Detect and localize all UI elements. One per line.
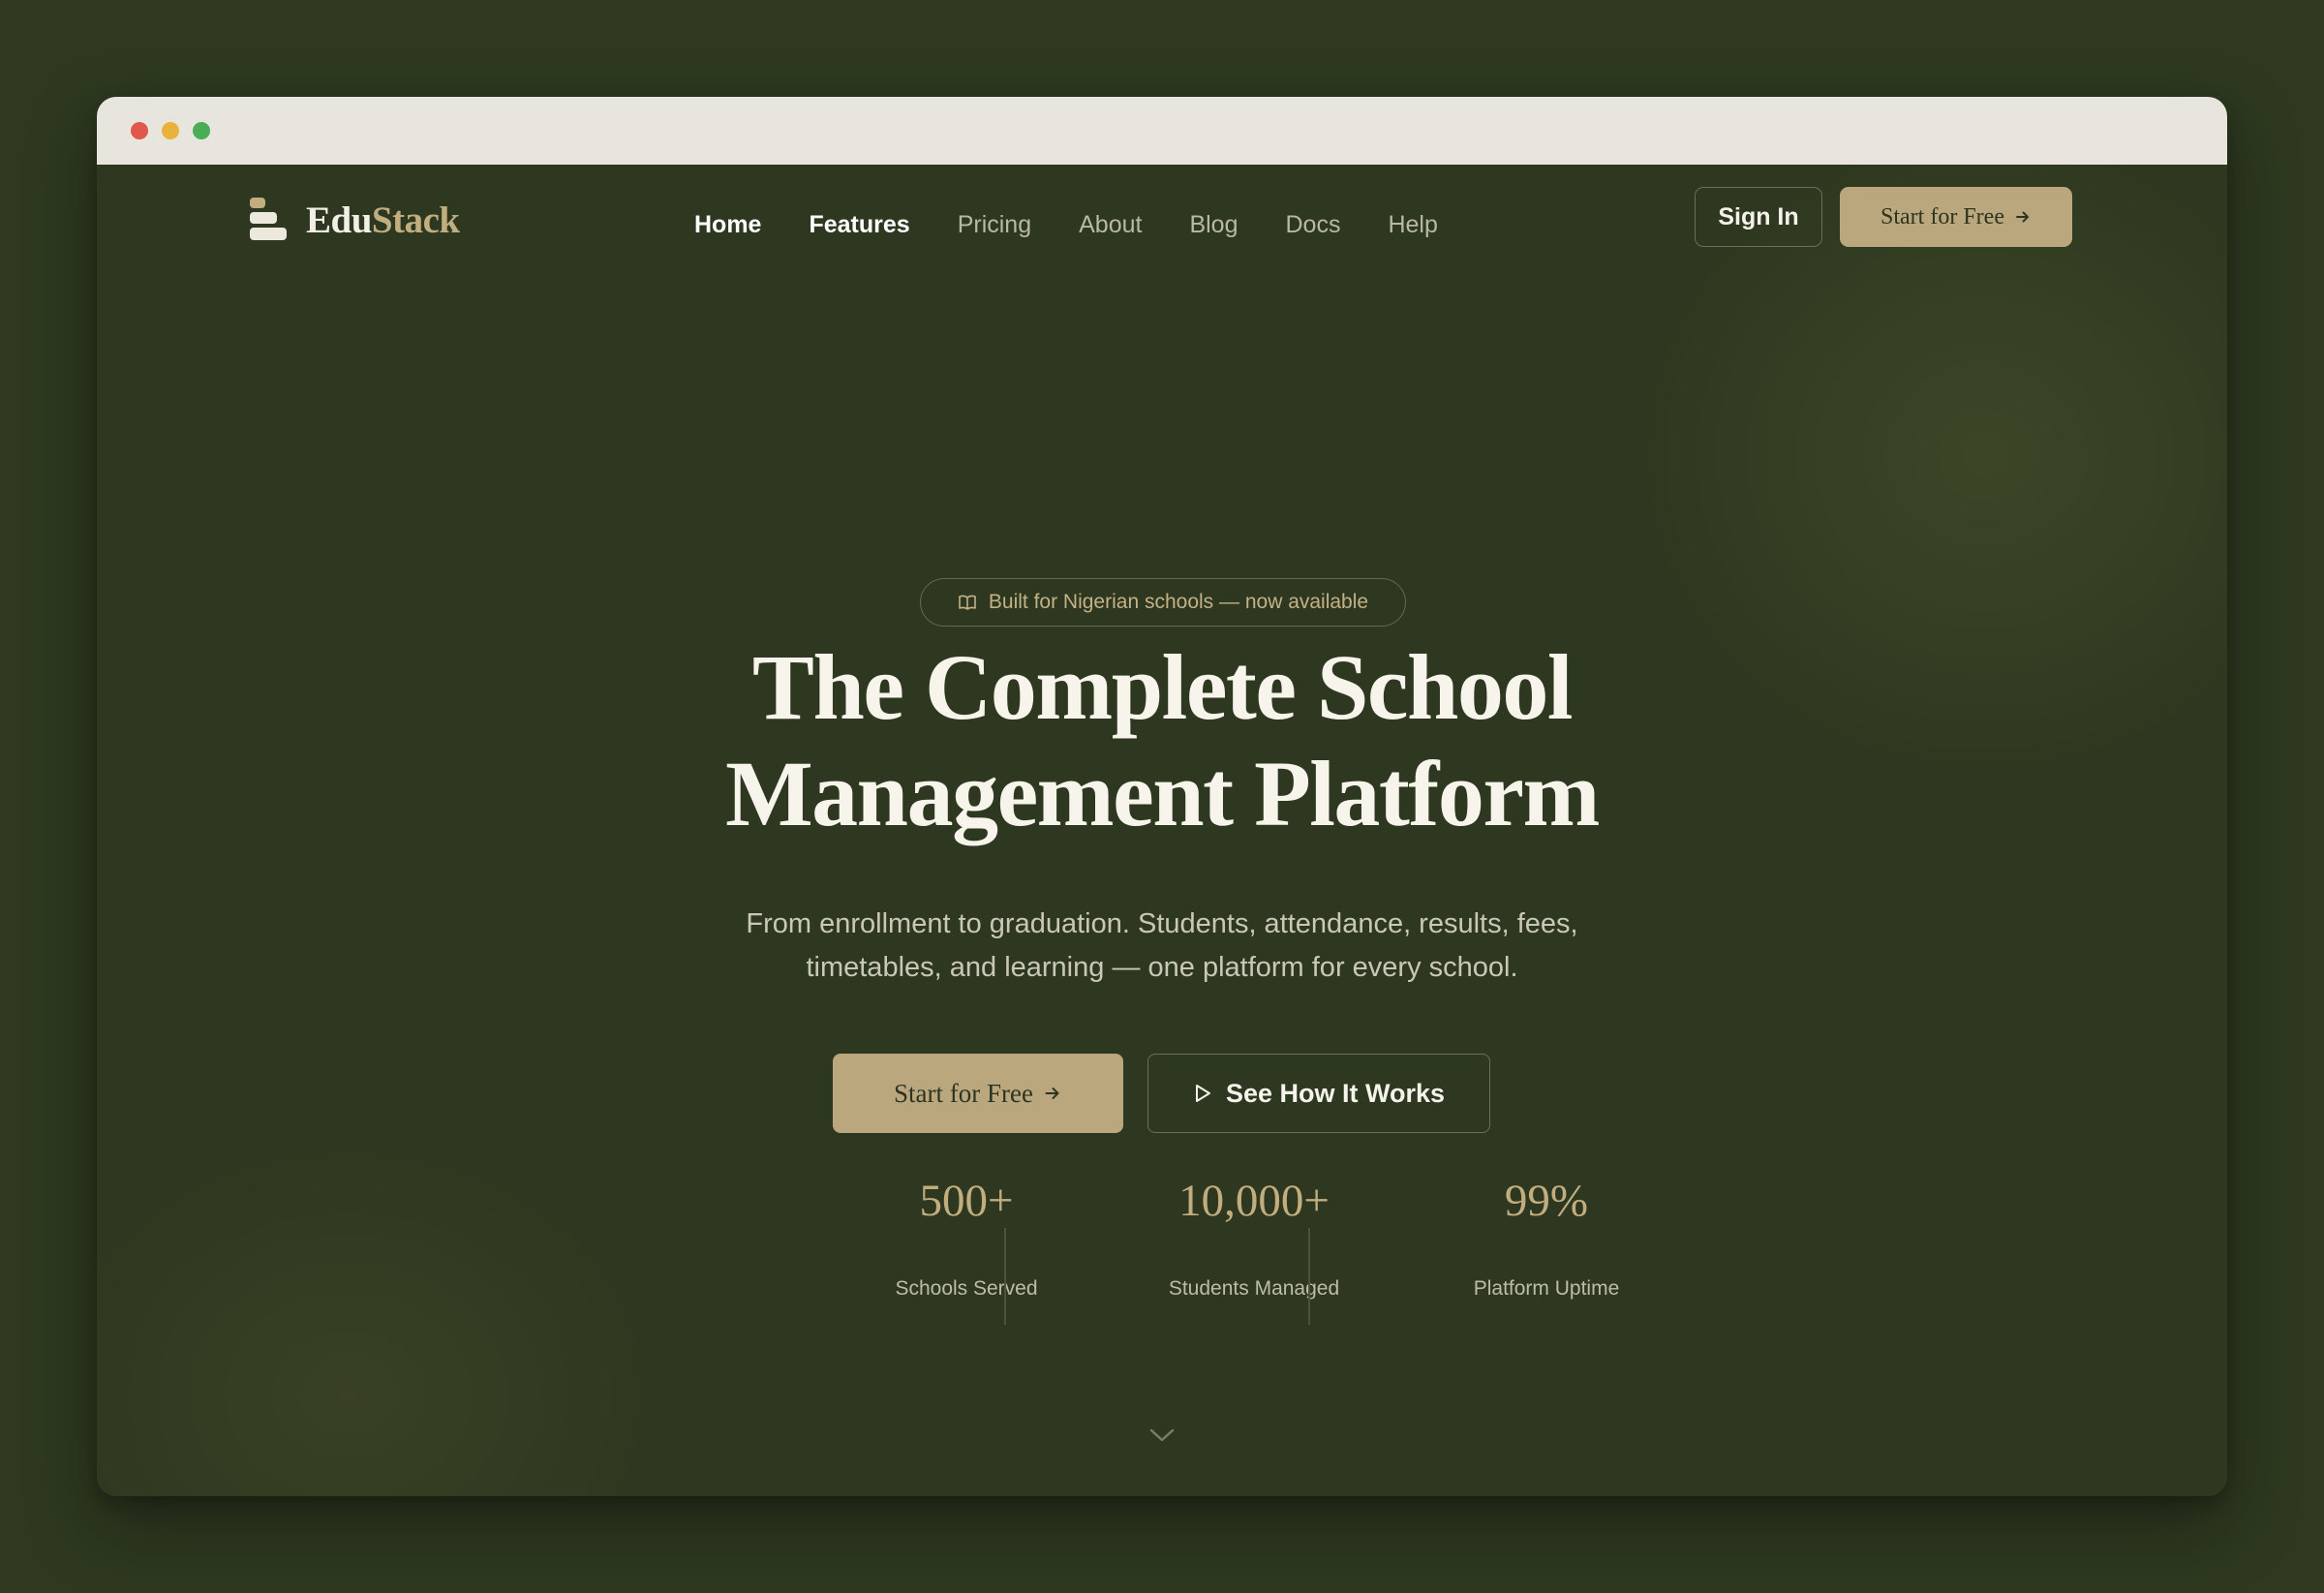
nav-item-home[interactable]: Home — [694, 211, 761, 239]
nav-item-pricing[interactable]: Pricing — [958, 211, 1031, 239]
sign-in-button[interactable]: Sign In — [1695, 187, 1822, 247]
see-how-it-works-label: See How It Works — [1225, 1078, 1446, 1108]
sign-in-label: Sign In — [1718, 202, 1799, 230]
brand-name-stack: Stack — [371, 199, 460, 241]
hero-start-free-label: Start for Free — [894, 1078, 1033, 1108]
headline-line-2: Management Platform — [725, 742, 1600, 845]
chevron-down-icon[interactable] — [1147, 1424, 1177, 1447]
stat-value: 99% — [1504, 1176, 1589, 1226]
announcement-badge: Built for Nigerian schools — now availab… — [920, 578, 1406, 627]
stacked-books-logo-icon — [248, 198, 289, 242]
window-titlebar — [97, 97, 2227, 165]
subhead-line-1: From enrollment to graduation. Students,… — [746, 908, 1578, 939]
nav-start-free-label: Start for Free — [1881, 203, 2004, 230]
nav-item-help[interactable]: Help — [1388, 211, 1437, 239]
brand-name: EduStack — [306, 199, 460, 242]
nav-item-blog[interactable]: Blog — [1189, 211, 1238, 239]
main-nav: Home Features Pricing About Blog Docs He… — [694, 205, 1485, 244]
hero-start-free-button[interactable]: Start for Free — [833, 1054, 1123, 1133]
nav-start-free-button[interactable]: Start for Free — [1840, 187, 2072, 247]
subhead-line-2: timetables, and learning — one platform … — [806, 952, 1518, 983]
page-viewport: EduStack Home Features Pricing About Blo… — [97, 165, 2227, 1496]
close-window-button[interactable] — [131, 122, 148, 139]
stat-platform-uptime: 99% Platform Uptime — [1353, 1133, 1740, 1327]
hero-headline: The Complete School Management Platform — [387, 634, 1937, 847]
stat-divider — [1308, 1228, 1310, 1325]
minimize-window-button[interactable] — [162, 122, 179, 139]
stat-label: Platform Uptime — [1473, 1277, 1620, 1300]
zoom-window-button[interactable] — [193, 122, 210, 139]
nav-item-about[interactable]: About — [1079, 211, 1142, 239]
play-icon — [1193, 1083, 1212, 1104]
browser-window: EduStack Home Features Pricing About Blo… — [97, 97, 2227, 1496]
stat-divider — [1004, 1228, 1006, 1325]
nav-item-features[interactable]: Features — [809, 211, 909, 239]
book-open-icon — [958, 594, 977, 611]
hero-subheading: From enrollment to graduation. Students,… — [581, 903, 1743, 990]
headline-line-1: The Complete School — [751, 635, 1574, 739]
arrow-right-icon — [2014, 208, 2032, 226]
arrow-right-icon — [1043, 1084, 1062, 1103]
nav-item-docs[interactable]: Docs — [1286, 211, 1341, 239]
see-how-it-works-button[interactable]: See How It Works — [1147, 1054, 1490, 1133]
brand-logo[interactable]: EduStack — [248, 196, 460, 244]
brand-name-edu: Edu — [306, 199, 372, 241]
badge-text: Built for Nigerian schools — now availab… — [988, 591, 1369, 613]
